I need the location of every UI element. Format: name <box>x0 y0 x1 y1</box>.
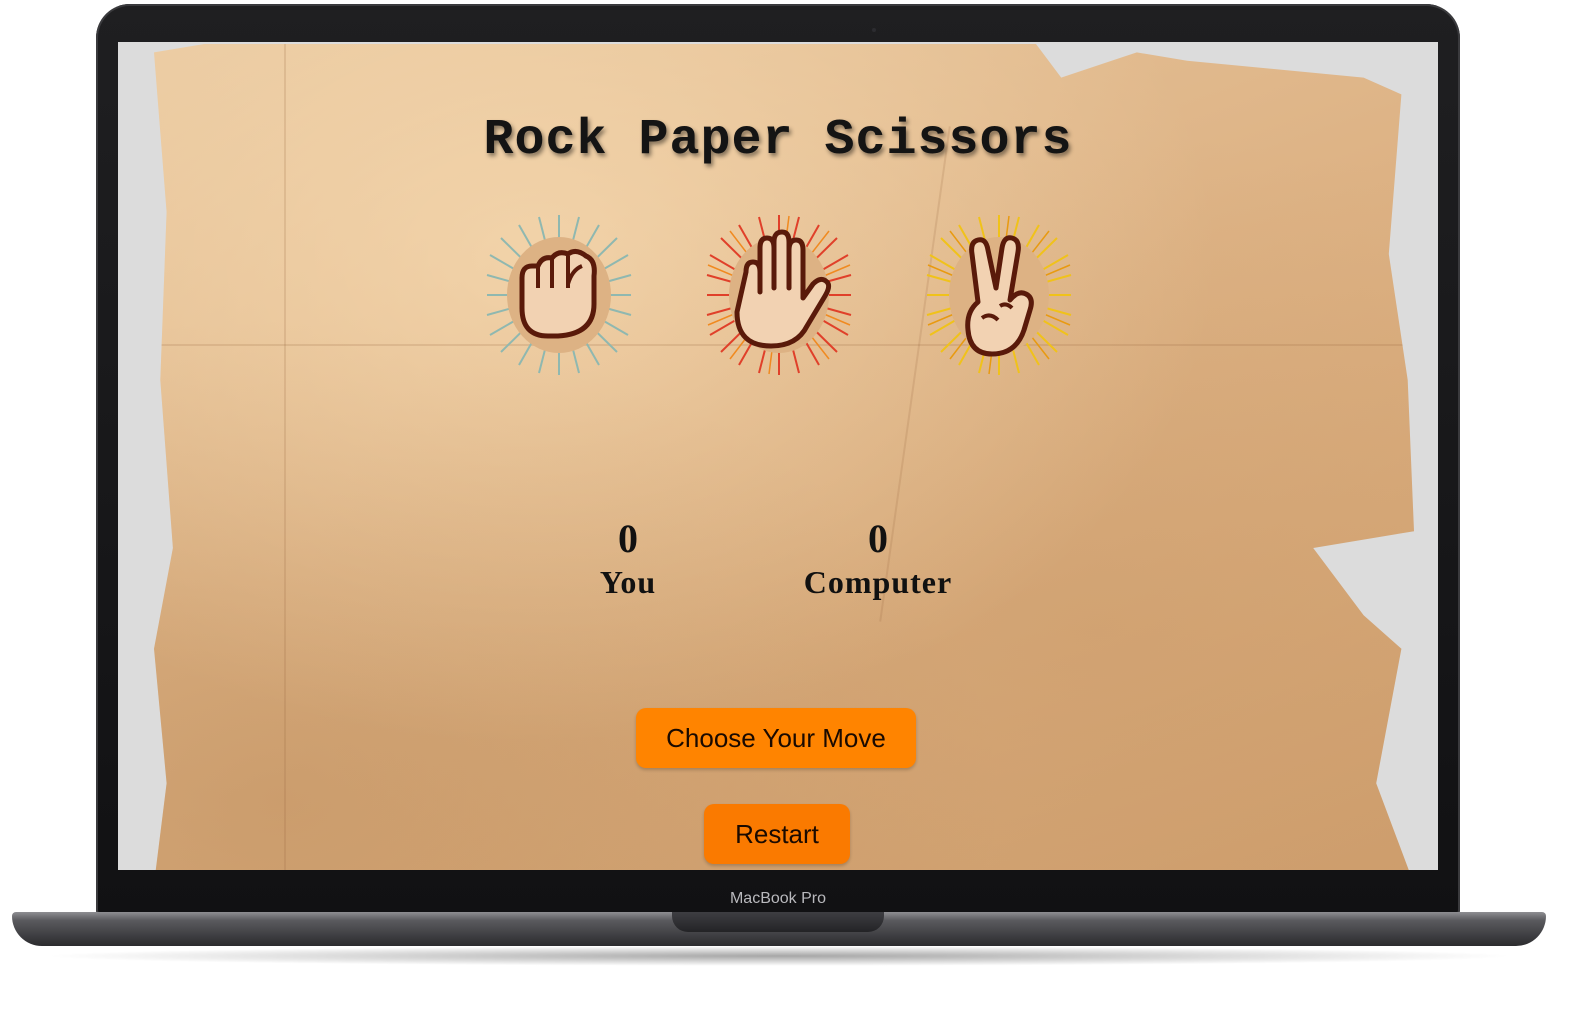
player-score-value: 0 <box>618 516 638 561</box>
device-label: MacBook Pro <box>729 890 827 907</box>
computer-score-label: Computer <box>803 564 953 600</box>
rock-choice[interactable] <box>486 214 632 376</box>
restart-button[interactable]: Restart <box>704 804 850 864</box>
choose-move-button[interactable]: Choose Your Move <box>636 708 916 768</box>
screen: Rock Paper Scissors 0 You 0 Computer Cho… <box>118 42 1438 870</box>
open-hand-icon <box>706 215 852 375</box>
computer-score-value: 0 <box>868 516 888 561</box>
peace-hand-icon <box>926 215 1072 375</box>
laptop-mockup: Rock Paper Scissors 0 You 0 Computer Cho… <box>0 0 1578 1013</box>
fist-icon <box>486 215 632 375</box>
scissors-choice[interactable] <box>926 214 1072 376</box>
webcam <box>872 28 876 32</box>
player-score: 0 You <box>568 516 688 602</box>
page-title: Rock Paper Scissors <box>483 112 1073 169</box>
laptop-shadow <box>40 946 1518 966</box>
player-score-label: You <box>599 564 657 600</box>
laptop-notch <box>672 912 884 932</box>
paper-choice[interactable] <box>706 214 852 376</box>
computer-score: 0 Computer <box>778 516 978 602</box>
